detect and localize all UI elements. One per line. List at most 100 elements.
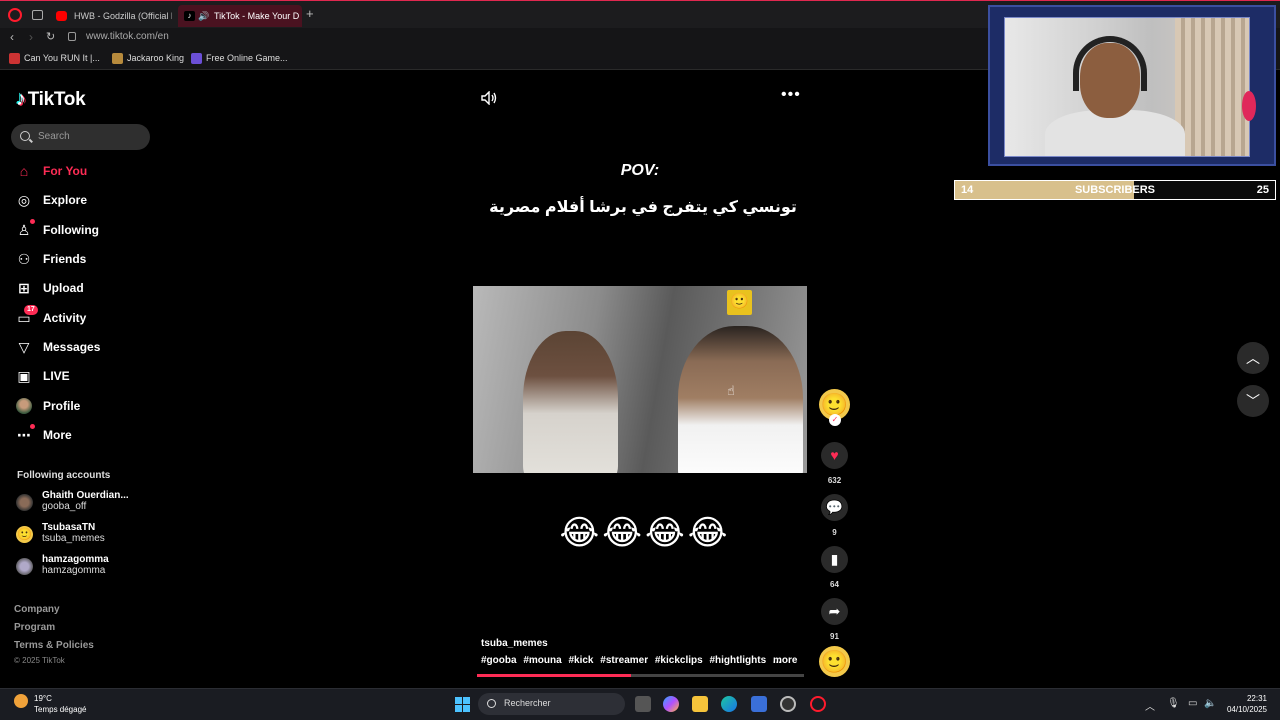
tab-tiktok[interactable]: ♪ 🔊 TikTok - Make Your D [178,5,302,27]
task-view-icon[interactable] [635,696,651,712]
url-field[interactable]: www.tiktok.com/en [86,31,169,42]
video-caption-arabic: تونسي كي يتفرج في برشا أفلام مصرية [489,199,797,216]
nav-label: Upload [43,281,84,295]
speaker-icon[interactable]: 🔊 [198,5,209,27]
account-name: TsubasaTN [42,522,96,533]
ring-light-icon [1242,91,1256,121]
microphone-icon[interactable]: 🎙 [1167,698,1180,709]
nav-upload[interactable]: ⊞ Upload [16,277,84,299]
nav-live[interactable]: ▣ LIVE [16,365,70,387]
youtube-icon [56,11,67,21]
save-count: 64 [830,580,839,589]
followed-check-icon[interactable]: ✓ [829,414,841,426]
people-icon: ⚇ [17,251,31,267]
file-explorer-icon[interactable] [692,696,708,712]
notification-dot [30,219,35,224]
tabs-icon[interactable] [32,10,43,20]
volume-icon[interactable] [481,91,497,105]
time: 22:31 [1246,694,1267,703]
opera-logo-icon[interactable] [8,8,22,22]
hashtag[interactable]: #streamer [600,655,648,666]
display-icon[interactable]: ▭ [1188,698,1197,709]
reload-icon[interactable]: ↻ [46,30,55,43]
more-link[interactable]: more [773,655,797,666]
back-icon[interactable]: ‹ [10,30,14,44]
copilot-icon[interactable] [663,696,679,712]
nav-profile[interactable]: Profile [16,395,80,417]
tab-title: TikTok - Make Your D [214,11,300,21]
nav-label: For You [43,164,88,178]
hashtag[interactable]: #hightlights [709,655,766,666]
nav-following[interactable]: ♙ Following [16,219,99,241]
nav-for-you[interactable]: ⌂ For You [16,160,87,182]
activity-badge: 17 [24,305,38,315]
footer-company[interactable]: Company [14,604,60,615]
tab-youtube[interactable]: HWB - Godzilla (Official M [50,5,172,27]
hand-cursor-icon: ☝ [727,383,735,398]
opera-taskbar-icon[interactable] [810,696,826,712]
lock-icon [68,32,76,41]
nav-label: LIVE [43,369,70,383]
comment-icon: 💬 [825,499,844,515]
footer-terms[interactable]: Terms & Policies [14,640,94,651]
subscriber-goal: 25 [1256,184,1269,196]
previous-video-button[interactable]: ︿ [1237,342,1269,374]
share-button[interactable]: ➦ [821,598,848,625]
like-button[interactable]: ♥ [821,442,848,469]
hashtag[interactable]: #kickclips [655,655,703,666]
tiktok-logo[interactable]: ♪ TikTok [16,88,86,111]
next-video-button[interactable]: ﹀ [1237,385,1269,417]
nav-label: Messages [43,340,101,354]
following-account-item[interactable]: Ghaith Ouerdian... gooba_off [16,490,156,518]
taskbar-search[interactable]: Rechercher [478,693,625,715]
steam-icon[interactable] [780,696,796,712]
windows-start-icon[interactable] [455,697,471,713]
bookmark-item[interactable]: Jackaroo King [112,53,185,64]
bookmark-item[interactable]: Free Online Game... [191,53,288,64]
tray-chevron-up-icon[interactable]: ︿ [1145,698,1155,713]
more-options-icon[interactable]: ••• [781,86,801,104]
video-person-right [678,326,803,473]
weather-widget[interactable]: 19°C Temps dégagé [34,693,86,715]
nav-explore[interactable]: ◎ Explore [16,189,87,211]
plus-square-icon: ⊞ [18,280,30,296]
account-handle: hamzagomma [42,565,106,576]
hashtag[interactable]: #gooba [481,655,517,666]
bookmark-favicon-icon [9,53,20,64]
avatar: 🙂 [16,526,33,543]
hashtag[interactable]: #mouna [523,655,561,666]
webcam-feed [1004,17,1250,157]
music-disc-avatar[interactable]: 🙂 [819,646,850,677]
save-button[interactable]: ▮ [821,546,848,573]
bookmark-label: Jackaroo King [127,53,185,63]
subscriber-goal-bar: 14 SUBSCRIBERS 25 [954,180,1276,200]
bookmark-icon: ▮ [830,551,839,567]
footer-program[interactable]: Program [14,622,55,633]
video-author[interactable]: tsuba_memes [481,638,548,649]
hashtag[interactable]: #kick [568,655,593,666]
avatar [16,494,33,511]
store-icon[interactable] [751,696,767,712]
nav-activity[interactable]: ▭ 17 Activity [16,305,86,329]
share-icon: ➦ [828,603,841,619]
speaker-tray-icon[interactable]: 🔈 [1204,698,1216,709]
person-icon: ♙ [17,222,31,238]
following-account-item[interactable]: hamzagomma hamzagomma [16,554,156,582]
following-account-item[interactable]: 🙂 TsubasaTN tsuba_memes [16,522,156,550]
search-input[interactable]: Search [11,124,150,150]
forward-icon[interactable]: › [29,30,33,44]
video-progress-bar[interactable] [477,674,804,677]
new-tab-icon[interactable]: + [306,6,314,21]
nav-messages[interactable]: ▽ Messages [16,336,101,358]
nav-friends[interactable]: ⚇ Friends [16,248,87,270]
account-name: Ghaith Ouerdian... [42,490,129,501]
nav-more[interactable]: ⋯ More [16,424,72,446]
taskbar-clock[interactable]: 22:31 04/10/2025 [1223,693,1267,715]
comment-button[interactable]: 💬 [821,494,848,521]
nav-label: Following [43,223,99,237]
edge-icon[interactable] [721,696,737,712]
account-handle: gooba_off [42,501,87,512]
video-frame[interactable]: 🙂 [473,286,807,473]
weather-icon[interactable] [14,694,28,708]
bookmark-item[interactable]: Can You RUN It |... [9,53,100,64]
